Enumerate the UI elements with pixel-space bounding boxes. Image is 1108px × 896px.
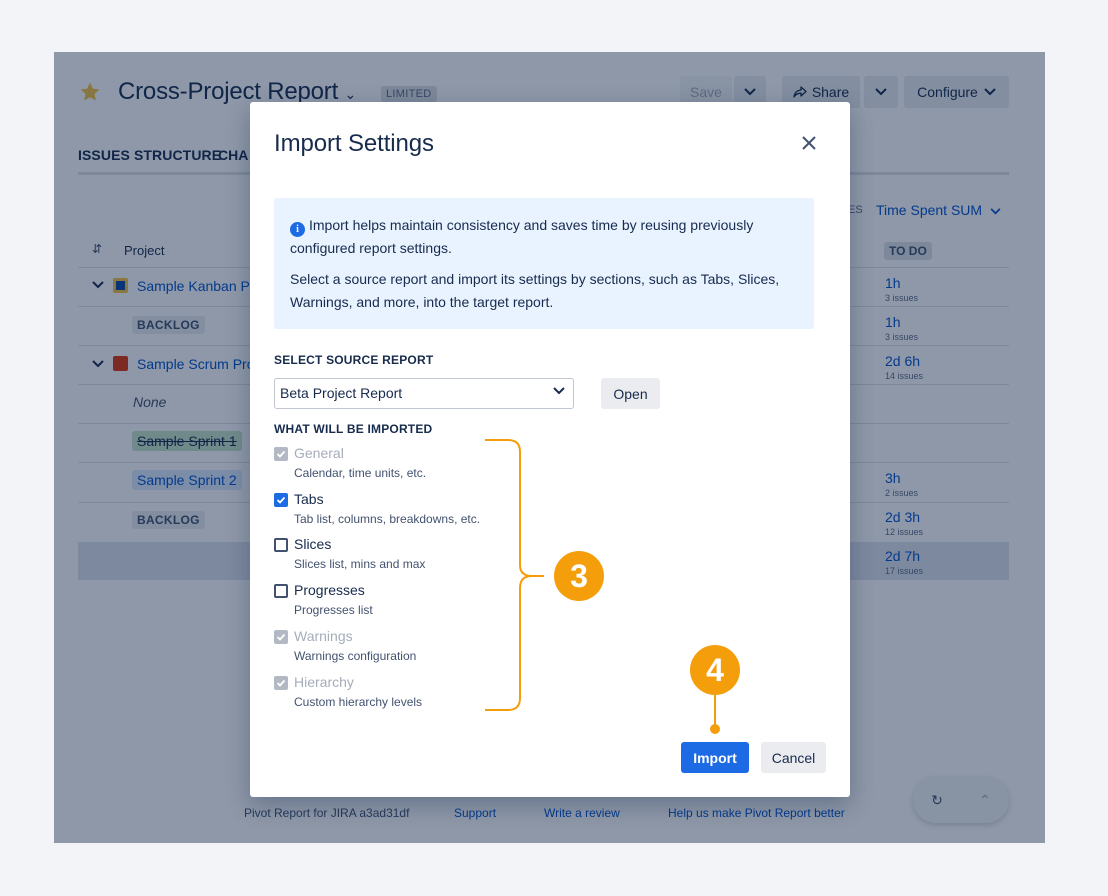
info-paragraph-1: i Import helps maintain consistency and s… (290, 217, 754, 256)
info-paragraph-2: Select a source report and import its se… (290, 271, 780, 310)
progresses-checkbox[interactable] (274, 584, 288, 598)
info-panel: i Import helps maintain consistency and s… (274, 198, 814, 329)
option-desc: Custom hierarchy levels (294, 695, 423, 709)
option-label: Slices (294, 536, 332, 552)
option-desc: Warnings configuration (294, 649, 417, 663)
option-label: General (294, 445, 344, 461)
cancel-button[interactable]: Cancel (761, 742, 826, 773)
option-desc: Tab list, columns, breakdowns, etc. (294, 512, 481, 526)
options-bracket (485, 439, 544, 711)
general-checkbox[interactable] (274, 447, 288, 461)
dialog-title: Import Settings (274, 130, 434, 157)
option-label: Progresses (294, 582, 365, 598)
option-label: Hierarchy (294, 674, 354, 690)
option-desc: Progresses list (294, 603, 373, 617)
step-4-pointer (710, 695, 720, 734)
import-button[interactable]: Import (681, 742, 749, 773)
warnings-checkbox[interactable] (274, 630, 288, 644)
source-report-select[interactable]: Beta Project Report (274, 378, 574, 409)
chevron-down-icon (553, 387, 565, 395)
option-label: Tabs (294, 491, 324, 507)
open-button[interactable]: Open (601, 378, 660, 409)
what-imported-label: WHAT WILL BE IMPORTED (274, 422, 433, 436)
option-desc: Calendar, time units, etc. (294, 466, 427, 480)
close-icon (802, 136, 816, 150)
option-desc: Slices list, mins and max (294, 557, 426, 571)
option-label: Warnings (294, 628, 353, 644)
step-3-badge: 3 (554, 551, 604, 601)
step-4-badge: 4 (690, 645, 740, 695)
hierarchy-checkbox[interactable] (274, 676, 288, 690)
info-icon: i (290, 222, 305, 237)
slices-checkbox[interactable] (274, 538, 288, 552)
close-button[interactable] (796, 130, 822, 156)
source-report-label: SELECT SOURCE REPORT (274, 353, 434, 367)
tabs-checkbox[interactable] (274, 493, 288, 507)
